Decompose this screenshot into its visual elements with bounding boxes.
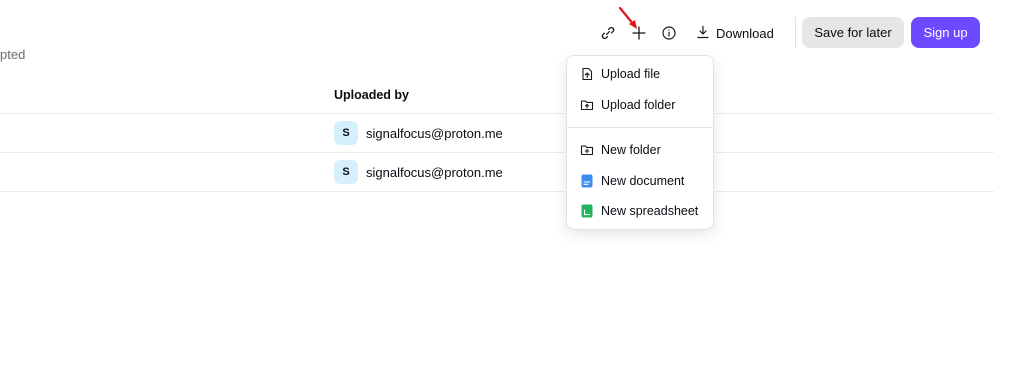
- menu-item-label: Upload file: [601, 67, 661, 81]
- menu-item-new-folder[interactable]: New folder: [567, 136, 713, 164]
- table-row[interactable]: S signalfocus@proton.me: [334, 160, 503, 184]
- avatar: S: [334, 160, 358, 184]
- column-header-uploaded-by[interactable]: Uploaded by: [334, 88, 409, 102]
- uploaded-by-email: signalfocus@proton.me: [366, 164, 503, 180]
- spreadsheet-icon: [580, 204, 594, 218]
- menu-item-label: New document: [601, 174, 685, 188]
- table-divider: [0, 152, 994, 153]
- menu-item-label: Upload folder: [601, 98, 676, 112]
- details-button[interactable]: [657, 21, 681, 45]
- menu-item-label: New folder: [601, 143, 661, 157]
- menu-item-upload-folder[interactable]: Upload folder: [567, 91, 713, 119]
- toolbar-divider: [795, 17, 796, 48]
- menu-item-label: New spreadsheet: [601, 204, 699, 218]
- menu-item-upload-file[interactable]: Upload file: [567, 60, 713, 88]
- avatar: S: [334, 121, 358, 145]
- copy-link-button[interactable]: [596, 21, 620, 45]
- menu-item-new-document[interactable]: New document: [567, 167, 713, 195]
- uploaded-by-email: signalfocus@proton.me: [366, 125, 503, 141]
- save-for-later-button[interactable]: Save for later: [802, 17, 904, 48]
- upload-folder-icon: [580, 98, 594, 112]
- new-folder-icon: [580, 143, 594, 157]
- download-icon: [696, 25, 710, 42]
- menu-item-new-spreadsheet[interactable]: New spreadsheet: [567, 197, 713, 225]
- table-divider: [0, 191, 994, 192]
- page-subtitle-fragment: pted: [0, 47, 26, 62]
- table-divider: [0, 113, 994, 114]
- upload-file-icon: [580, 67, 594, 81]
- plus-icon: [631, 25, 647, 41]
- menu-separator: [567, 127, 713, 128]
- info-icon: [661, 25, 677, 41]
- add-menu: Upload file Upload folder New folder New: [566, 55, 714, 230]
- download-label: Download: [716, 25, 774, 41]
- link-icon: [600, 25, 616, 41]
- download-button[interactable]: Download: [696, 21, 774, 45]
- add-button[interactable]: [627, 21, 651, 45]
- table-row[interactable]: S signalfocus@proton.me: [334, 121, 503, 145]
- document-icon: [580, 174, 594, 188]
- sign-up-button[interactable]: Sign up: [911, 17, 980, 48]
